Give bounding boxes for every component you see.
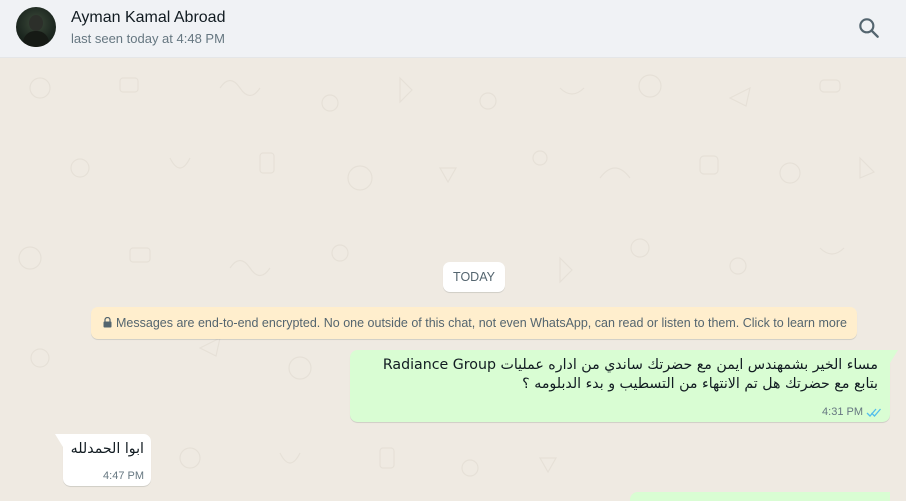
avatar-head-shape [29, 15, 43, 31]
encryption-notice[interactable]: Messages are end-to-end encrypted. No on… [91, 307, 857, 339]
last-seen-status: last seen today at 4:48 PM [71, 31, 225, 46]
whatsapp-chat-window: Ayman Kamal Abroad last seen today at 4:… [0, 0, 906, 501]
double-check-read-icon [866, 408, 881, 417]
contact-name[interactable]: Ayman Kamal Abroad [71, 9, 225, 27]
outgoing-message-meta: 4:31 PM [822, 406, 882, 418]
contact-avatar[interactable] [16, 7, 56, 47]
chat-header: Ayman Kamal Abroad last seen today at 4:… [0, 0, 906, 58]
conversation-panel[interactable]: TODAY Messages are end-to-end encrypted.… [0, 58, 906, 501]
outgoing-message-text: مساء الخير بشمهندس ايمن مع حضرتك ساندي م… [368, 356, 878, 394]
incoming-message-text: ابوا الحمدلله [70, 441, 144, 457]
search-icon [859, 18, 879, 38]
outgoing-message-line-2: بتابع مع حضرتك هل تم الانتهاء من التسطيب… [522, 376, 878, 392]
incoming-message-time: 4:47 PM [103, 470, 144, 482]
avatar-body-shape [23, 31, 49, 47]
encryption-notice-text: Messages are end-to-end encrypted. No on… [116, 316, 847, 330]
outgoing-message-line-1: مساء الخير بشمهندس ايمن مع حضرتك ساندي م… [382, 357, 878, 373]
search-button[interactable] [856, 15, 882, 41]
lock-icon [103, 316, 112, 328]
outgoing-message[interactable]: مساء الخير بشمهندس ايمن مع حضرتك ساندي م… [350, 350, 898, 422]
outgoing-message-time: 4:31 PM [822, 406, 863, 418]
outgoing-message-partial[interactable] [630, 492, 890, 501]
date-separator-badge: TODAY [443, 262, 505, 292]
incoming-message[interactable]: ابوا الحمدلله 4:47 PM [55, 434, 151, 486]
